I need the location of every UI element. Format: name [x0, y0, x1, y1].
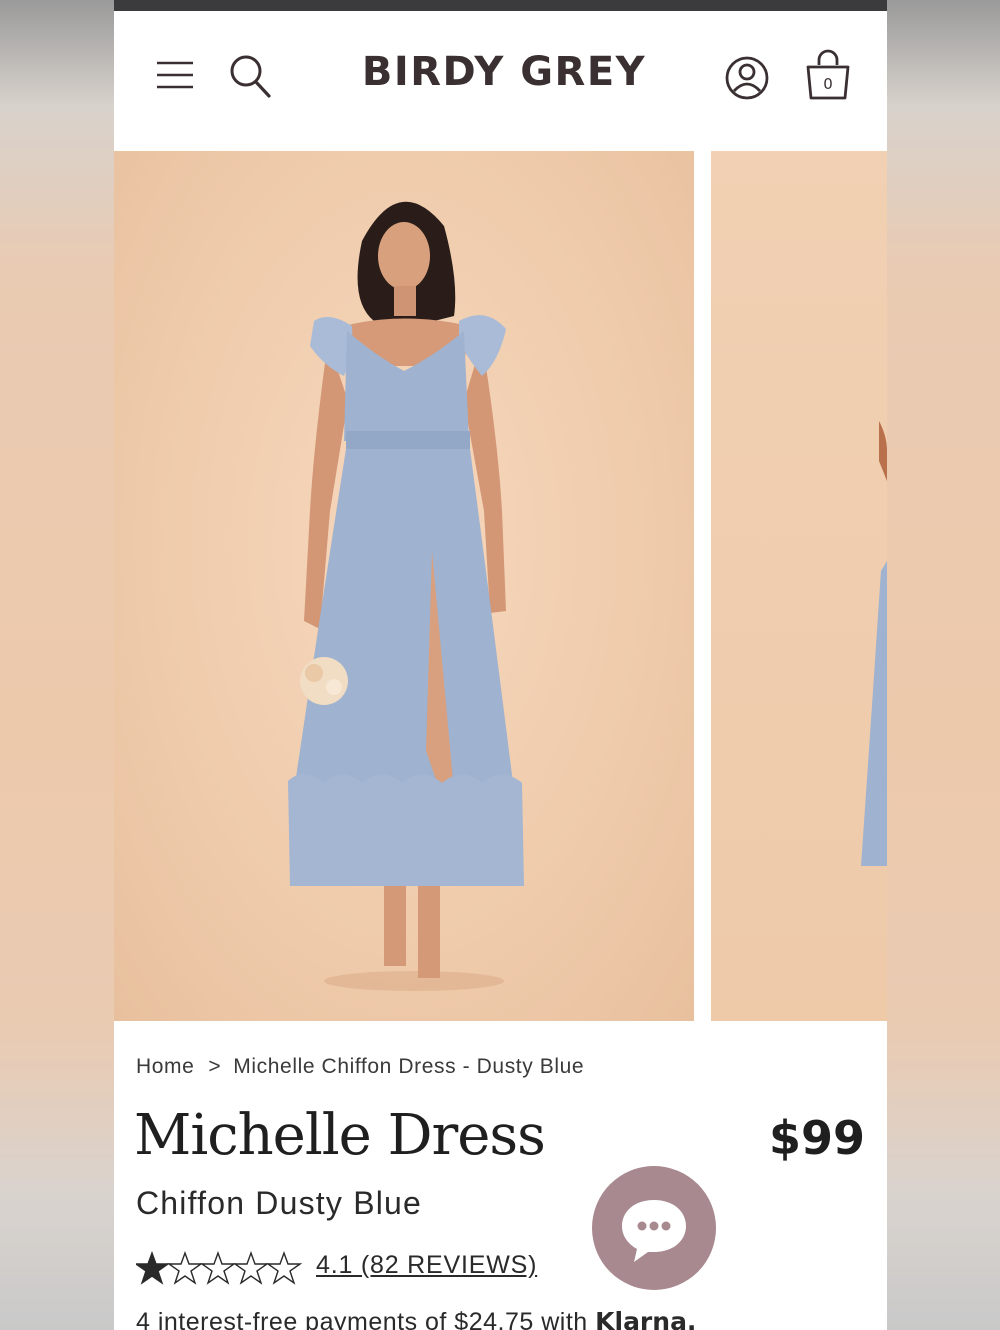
product-photo-partial [861, 421, 887, 866]
blurred-backdrop-right [887, 0, 1000, 1330]
chat-bubble-icon [622, 1200, 686, 1262]
star-outline-icon [168, 1252, 202, 1284]
product-subtitle: Chiffon Dusty Blue [136, 1185, 423, 1221]
star-outline-icon [201, 1252, 235, 1284]
installments-text: 4 interest-free payments of $24.75 with … [136, 1307, 696, 1330]
product-title: Michelle Dress [134, 1103, 546, 1168]
site-header: BIRDY GREY 0 [114, 11, 887, 151]
account-icon[interactable] [724, 55, 770, 101]
installments-message: 4 interest-free payments of $24.75 with [136, 1308, 596, 1330]
chat-button[interactable] [592, 1166, 716, 1290]
breadcrumb-separator: > [208, 1055, 222, 1078]
breadcrumb-home[interactable]: Home [136, 1055, 194, 1079]
star-rating[interactable] [136, 1251, 302, 1285]
product-photo [288, 201, 524, 991]
shopping-bag-icon[interactable]: 0 [804, 49, 852, 101]
bag-outline-icon: 0 [806, 49, 850, 100]
menu-icon[interactable] [156, 59, 194, 91]
product-image-next[interactable] [711, 151, 887, 1021]
klarna-label[interactable]: Klarna. [595, 1307, 696, 1330]
brand-logo[interactable]: BIRDY GREY [344, 49, 664, 95]
breadcrumb: Home > Michelle Chiffon Dress - Dusty Blue [136, 1055, 584, 1079]
blurred-backdrop-left [0, 0, 114, 1330]
status-bar [114, 0, 887, 11]
star-outline-icon [234, 1252, 268, 1284]
cart-count: 0 [823, 75, 833, 93]
product-price: $99 [768, 1111, 865, 1165]
search-icon[interactable] [228, 53, 272, 99]
reviews-link[interactable]: 4.1 (82 REVIEWS) [316, 1251, 537, 1280]
mobile-screen: BIRDY GREY 0 Home > Michelle Chiffon Dre… [114, 0, 887, 1330]
product-info: Home > Michelle Chiffon Dress - Dusty Blue… [114, 1021, 887, 1330]
star-outline-icon [267, 1252, 301, 1284]
product-image-main[interactable] [114, 151, 694, 1021]
breadcrumb-current[interactable]: Michelle Chiffon Dress - Dusty Blue [233, 1055, 584, 1079]
